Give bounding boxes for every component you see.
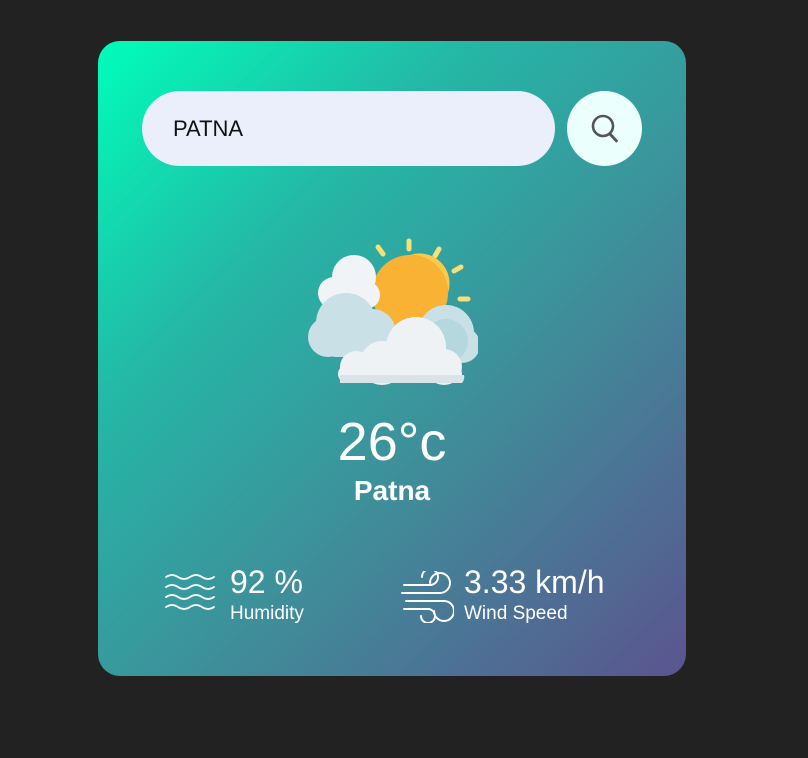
wind-icon <box>401 571 454 623</box>
humidity-value: 92 % <box>230 564 303 600</box>
humidity-waves-icon <box>165 574 215 610</box>
wind-value: 3.33 km/h <box>464 564 605 600</box>
wind-label: Wind Speed <box>464 603 568 624</box>
search-bar <box>142 91 642 166</box>
partly-cloudy-sun-icon <box>308 238 478 385</box>
search-button[interactable] <box>567 91 642 166</box>
search-icon <box>591 114 618 142</box>
temperature: 26°c <box>337 412 447 472</box>
humidity-label: Humidity <box>230 603 304 624</box>
city-name: Patna <box>353 475 431 506</box>
weather-card: 26°c Patna 92 % Humidity 3.33 km/h Wind … <box>98 41 686 676</box>
search-input[interactable] <box>142 91 555 166</box>
